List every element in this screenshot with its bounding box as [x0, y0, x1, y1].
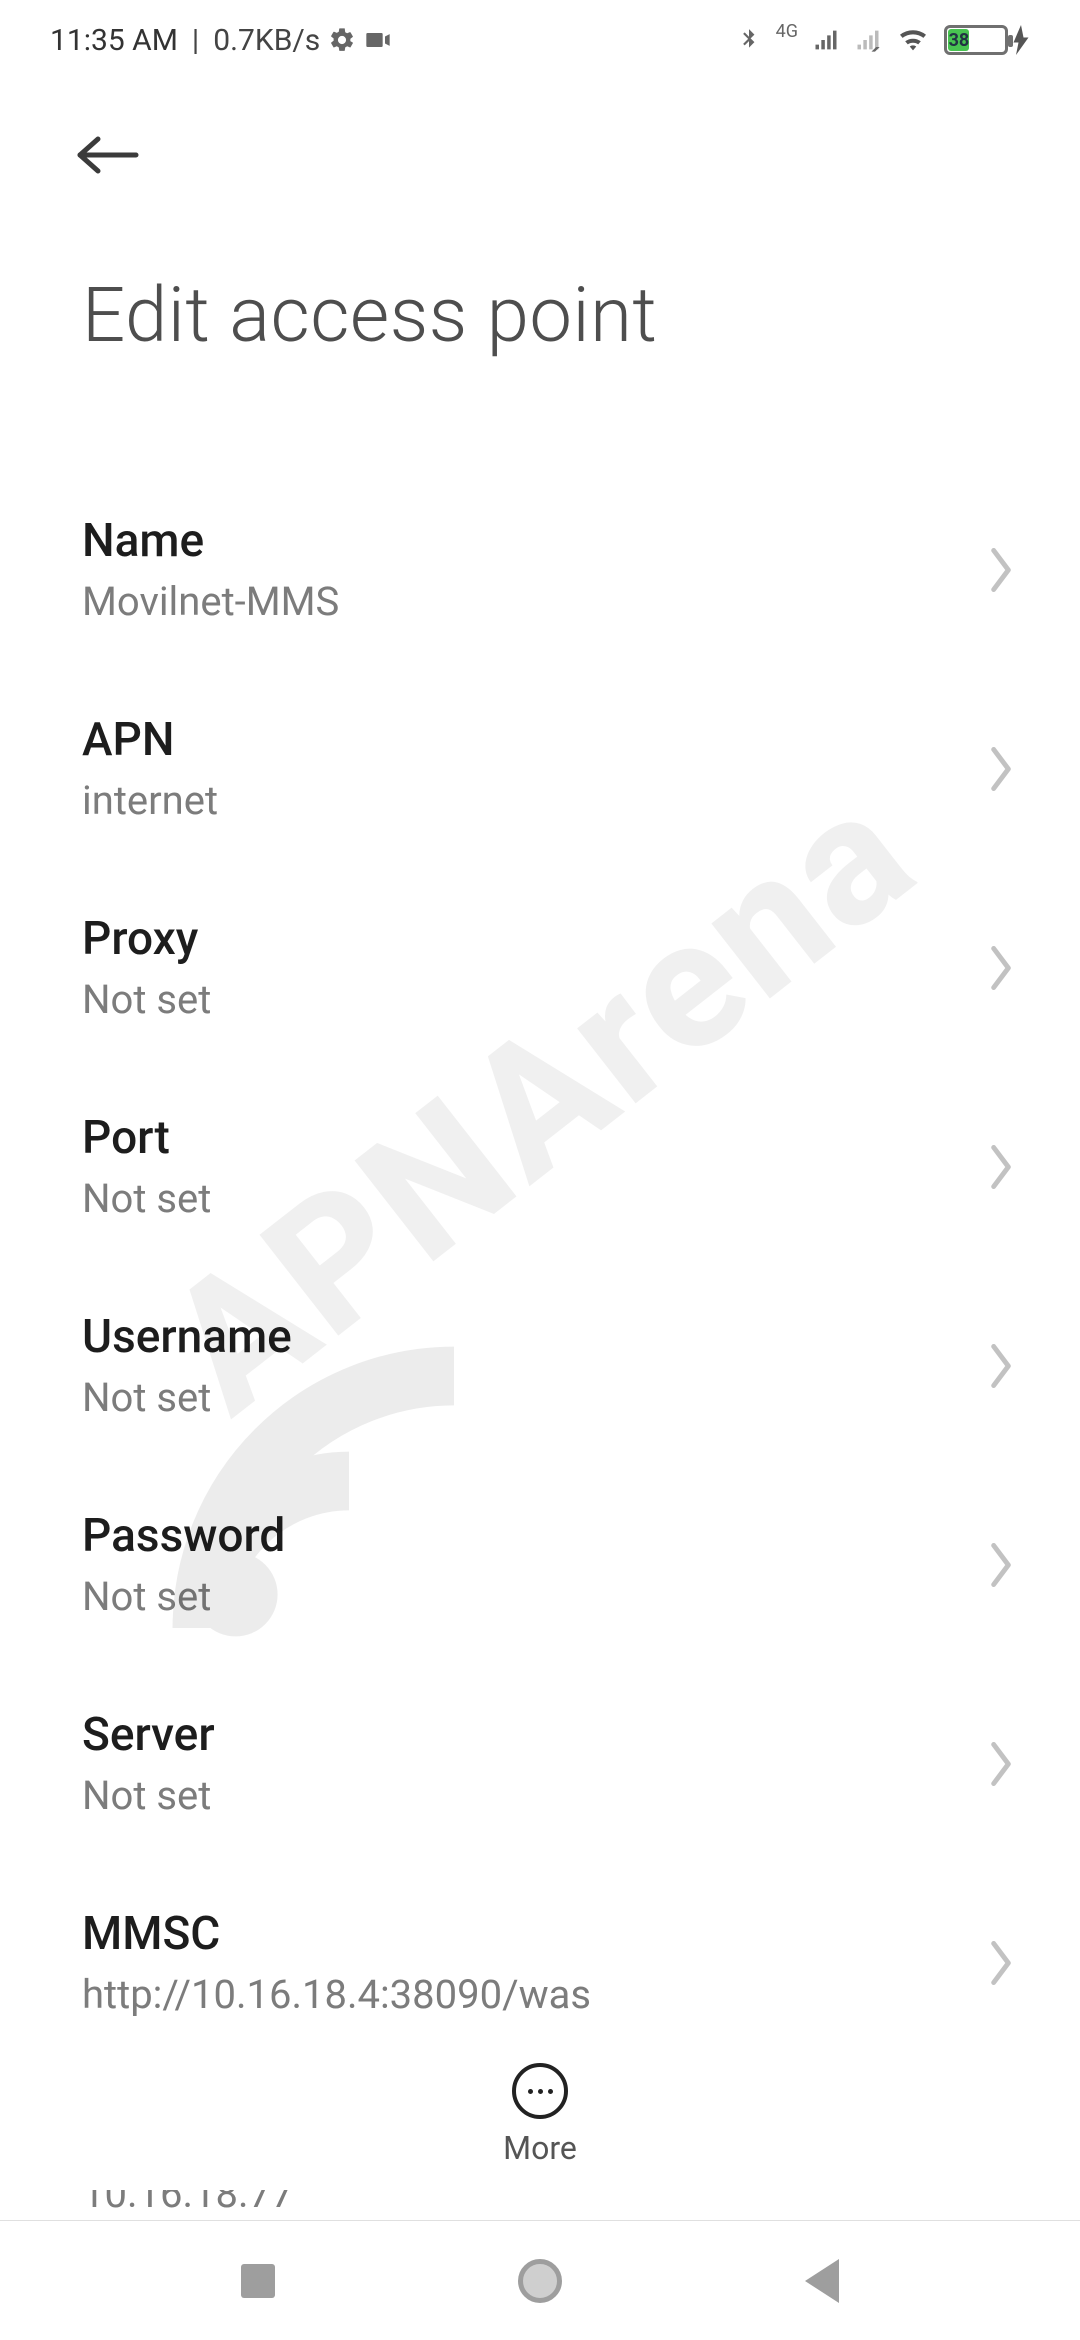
chevron-right-icon — [988, 1941, 1014, 1985]
row-value: Not set — [82, 1772, 988, 1819]
chevron-right-icon — [988, 1742, 1014, 1786]
row-value: http://10.16.18.4:38090/was — [82, 1971, 988, 2018]
camera-icon — [364, 26, 392, 54]
row-label: Server — [82, 1708, 988, 1762]
dot-icon — [538, 2089, 543, 2094]
row-name[interactable]: Name Movilnet-MMS — [0, 470, 1080, 669]
more-label: More — [503, 2129, 577, 2167]
status-bar: 11:35 AM | 0.7KB/s 4G 38 — [0, 0, 1080, 80]
dot-icon — [528, 2089, 533, 2094]
status-time: 11:35 AM — [50, 23, 178, 58]
row-label: Port — [82, 1111, 988, 1165]
row-value: Not set — [82, 1374, 988, 1421]
row-label: APN — [82, 713, 988, 767]
battery-percentage: 38 — [948, 30, 970, 51]
row-value: internet — [82, 777, 988, 824]
chevron-right-icon — [988, 1543, 1014, 1587]
charging-bolt-icon — [1012, 25, 1030, 55]
row-port[interactable]: Port Not set — [0, 1067, 1080, 1266]
back-button[interactable] — [76, 120, 146, 190]
row-label: Password — [82, 1509, 988, 1563]
nav-recents-button[interactable] — [241, 2264, 275, 2298]
row-mmsc[interactable]: MMSC http://10.16.18.4:38090/was — [0, 1863, 1080, 2062]
battery-indicator: 38 — [944, 25, 1030, 55]
chevron-right-icon — [988, 1344, 1014, 1388]
status-4g-badge: 4G — [776, 23, 798, 41]
row-value: Not set — [82, 1175, 988, 1222]
status-network-rate: 0.7KB/s — [213, 23, 320, 58]
page-title: Edit access point — [76, 190, 1030, 360]
chevron-right-icon — [988, 1145, 1014, 1189]
status-separator: | — [192, 23, 199, 58]
row-value: Not set — [82, 976, 988, 1023]
nav-back-button[interactable] — [805, 2259, 839, 2303]
bottom-action-bar: More — [0, 2040, 1080, 2190]
chevron-right-icon — [988, 548, 1014, 592]
apn-settings-list: Name Movilnet-MMS APN internet Proxy Not… — [0, 470, 1080, 2261]
chevron-right-icon — [988, 747, 1014, 791]
row-value: Movilnet-MMS — [82, 578, 988, 625]
settings-gear-icon — [328, 26, 356, 54]
arrow-left-icon — [76, 132, 140, 178]
bluetooth-icon — [736, 24, 762, 56]
row-apn[interactable]: APN internet — [0, 669, 1080, 868]
row-label: MMSC — [82, 1907, 988, 1961]
row-password[interactable]: Password Not set — [0, 1465, 1080, 1664]
row-value: Not set — [82, 1573, 988, 1620]
signal-bars-sim2-icon — [854, 26, 882, 54]
chevron-right-icon — [988, 946, 1014, 990]
system-nav-bar — [0, 2220, 1080, 2340]
row-label: Proxy — [82, 912, 988, 966]
row-label: Username — [82, 1310, 988, 1364]
wifi-icon — [896, 27, 930, 53]
dot-icon — [548, 2089, 553, 2094]
row-username[interactable]: Username Not set — [0, 1266, 1080, 1465]
more-button[interactable] — [512, 2063, 568, 2119]
row-label: Name — [82, 514, 988, 568]
row-server[interactable]: Server Not set — [0, 1664, 1080, 1863]
signal-bars-sim1-icon — [812, 26, 840, 54]
nav-home-button[interactable] — [518, 2259, 562, 2303]
row-proxy[interactable]: Proxy Not set — [0, 868, 1080, 1067]
